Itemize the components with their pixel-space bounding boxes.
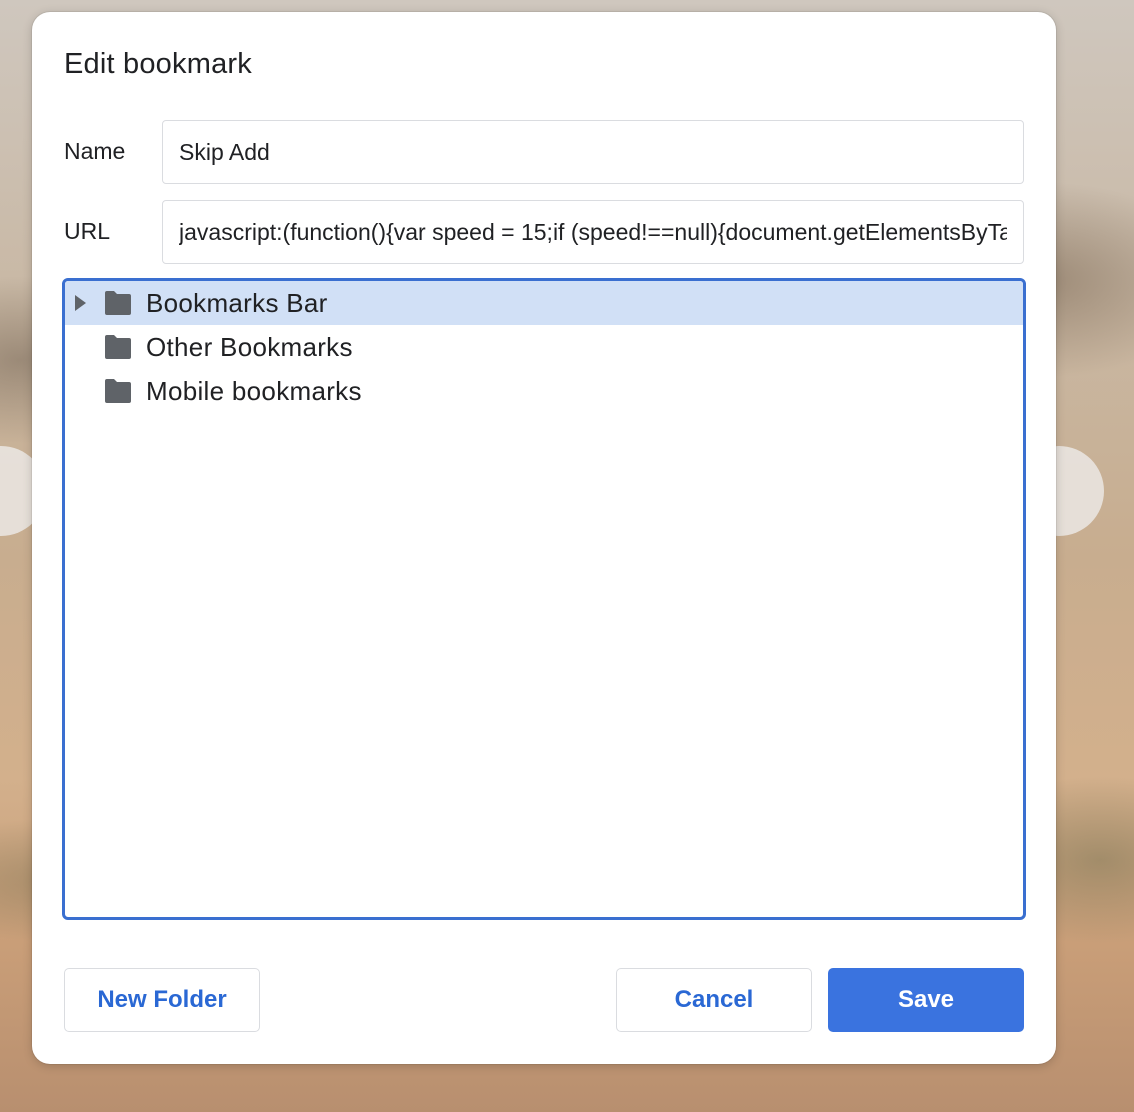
tree-item-label: Mobile bookmarks	[146, 375, 362, 406]
edit-bookmark-dialog: Edit bookmark Name URL Bookmarks Bar Oth…	[32, 12, 1056, 1064]
folder-tree[interactable]: Bookmarks Bar Other Bookmarks Mobile boo…	[62, 278, 1026, 920]
folder-icon	[105, 291, 131, 315]
tree-item-mobile-bookmarks[interactable]: Mobile bookmarks	[65, 369, 1023, 413]
folder-icon	[105, 379, 131, 403]
name-input[interactable]	[162, 120, 1024, 184]
expand-arrow-icon[interactable]	[75, 295, 86, 311]
name-label: Name	[64, 138, 126, 164]
new-folder-button[interactable]: New Folder	[64, 968, 260, 1032]
tree-item-bookmarks-bar[interactable]: Bookmarks Bar	[65, 281, 1023, 325]
dialog-title: Edit bookmark	[64, 48, 252, 80]
url-input[interactable]	[162, 200, 1024, 264]
cancel-button[interactable]: Cancel	[616, 968, 812, 1032]
url-label: URL	[64, 218, 111, 244]
tree-item-label: Other Bookmarks	[146, 331, 353, 362]
folder-icon	[105, 335, 131, 359]
save-button[interactable]: Save	[828, 968, 1024, 1032]
tree-item-label: Bookmarks Bar	[146, 287, 328, 318]
tree-item-other-bookmarks[interactable]: Other Bookmarks	[65, 325, 1023, 369]
